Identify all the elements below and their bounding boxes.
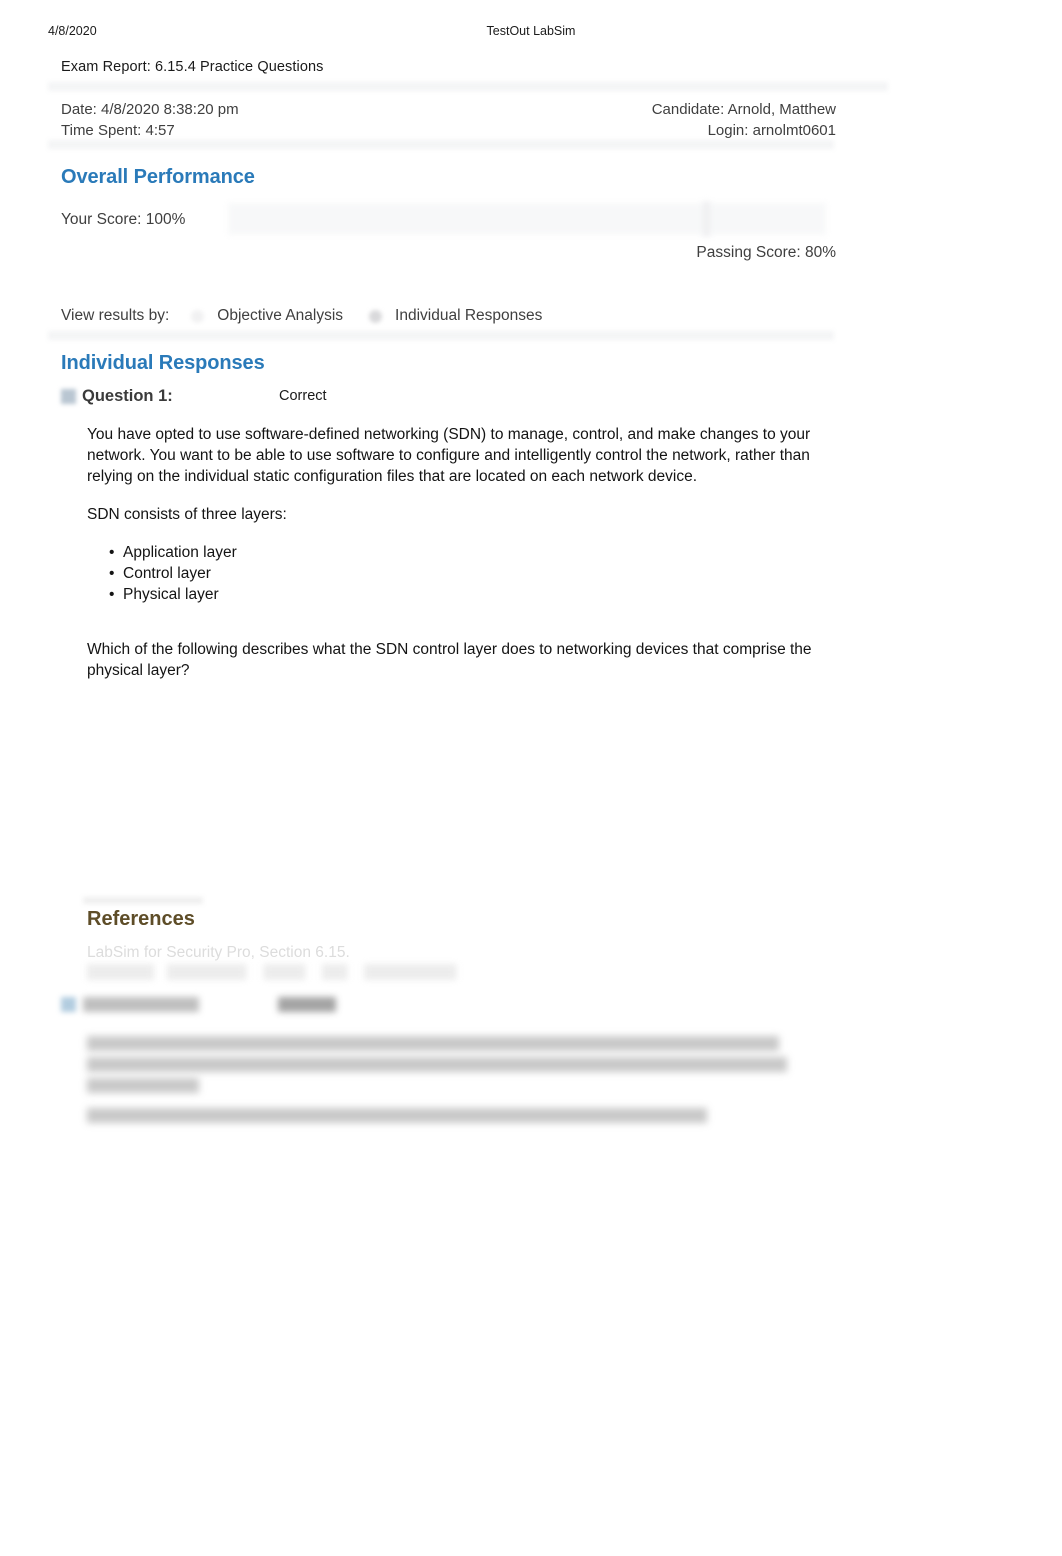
list-item: Physical layer — [109, 584, 813, 605]
list-item: Control layer — [109, 563, 813, 584]
list-item: Application layer — [109, 542, 813, 563]
next-question-icon-obscured — [61, 997, 76, 1012]
question-1-layer-list: Application layer Control layer Physical… — [87, 542, 813, 605]
reference-item-obscured — [87, 964, 507, 980]
page-title: Exam Report: 6.15.4 Practice Questions — [61, 59, 324, 75]
question-1-body: You have opted to use software-defined n… — [87, 424, 813, 698]
next-question-text-obscured — [87, 1036, 779, 1051]
print-header: 4/8/2020 TestOut LabSim — [48, 24, 1014, 42]
candidate-name: Candidate: Arnold, Matthew — [651, 101, 836, 118]
next-question-text-obscured — [87, 1108, 707, 1123]
divider-below-meta — [48, 140, 834, 149]
question-1-paragraph-2: SDN consists of three layers: — [87, 506, 287, 523]
reference-item: LabSim for Security Pro, Section 6.15. — [87, 944, 350, 961]
individual-responses-heading: Individual Responses — [61, 352, 265, 374]
radio-individual-responses[interactable]: Individual Responses — [369, 307, 542, 325]
your-score-label: Your Score: 100% — [61, 211, 186, 228]
radio-objective-analysis[interactable]: Objective Analysis — [191, 307, 343, 325]
divider-below-title — [48, 82, 888, 91]
next-question-text-obscured — [87, 1078, 199, 1093]
meta-row-time: Time Spent: 4:57 Login: arnolmt0601 — [61, 120, 836, 141]
references-heading: References — [87, 908, 195, 930]
passing-score-label: Passing Score: 80% — [696, 244, 836, 261]
next-question-text-obscured — [87, 1057, 787, 1072]
exam-date: Date: 4/8/2020 8:38:20 pm — [61, 101, 239, 118]
question-1-paragraph-3: Which of the following describes what th… — [87, 641, 812, 679]
question-1-status: Correct — [279, 388, 327, 404]
view-results-by-label: View results by: — [61, 307, 170, 324]
radio-individual-responses-label: Individual Responses — [395, 307, 543, 324]
meta-row-date: Date: 4/8/2020 8:38:20 pm Candidate: Arn… — [61, 99, 836, 120]
print-header-app-title: TestOut LabSim — [486, 24, 576, 38]
divider-below-view-by — [48, 331, 834, 340]
next-question-number-obscured — [83, 997, 199, 1012]
radio-button-selected-icon[interactable] — [369, 309, 383, 323]
candidate-login: Login: arnolmt0601 — [707, 122, 836, 139]
overall-performance-heading: Overall Performance — [61, 166, 255, 188]
time-spent: Time Spent: 4:57 — [61, 122, 175, 139]
correct-check-icon — [61, 389, 76, 404]
score-bar — [228, 201, 826, 237]
passing-score-marker — [703, 201, 711, 237]
score-bar-fill — [228, 203, 826, 235]
radio-button-icon[interactable] — [191, 309, 205, 323]
question-1-paragraph-1: You have opted to use software-defined n… — [87, 426, 811, 485]
question-1-number: Question 1: — [82, 387, 173, 405]
next-question-status-obscured — [278, 997, 336, 1012]
exam-meta-block: Date: 4/8/2020 8:38:20 pm Candidate: Arn… — [61, 99, 836, 141]
radio-objective-analysis-label: Objective Analysis — [217, 307, 344, 324]
view-results-by-group: View results by: Objective Analysis Indi… — [61, 304, 568, 328]
divider-above-references — [83, 897, 203, 904]
